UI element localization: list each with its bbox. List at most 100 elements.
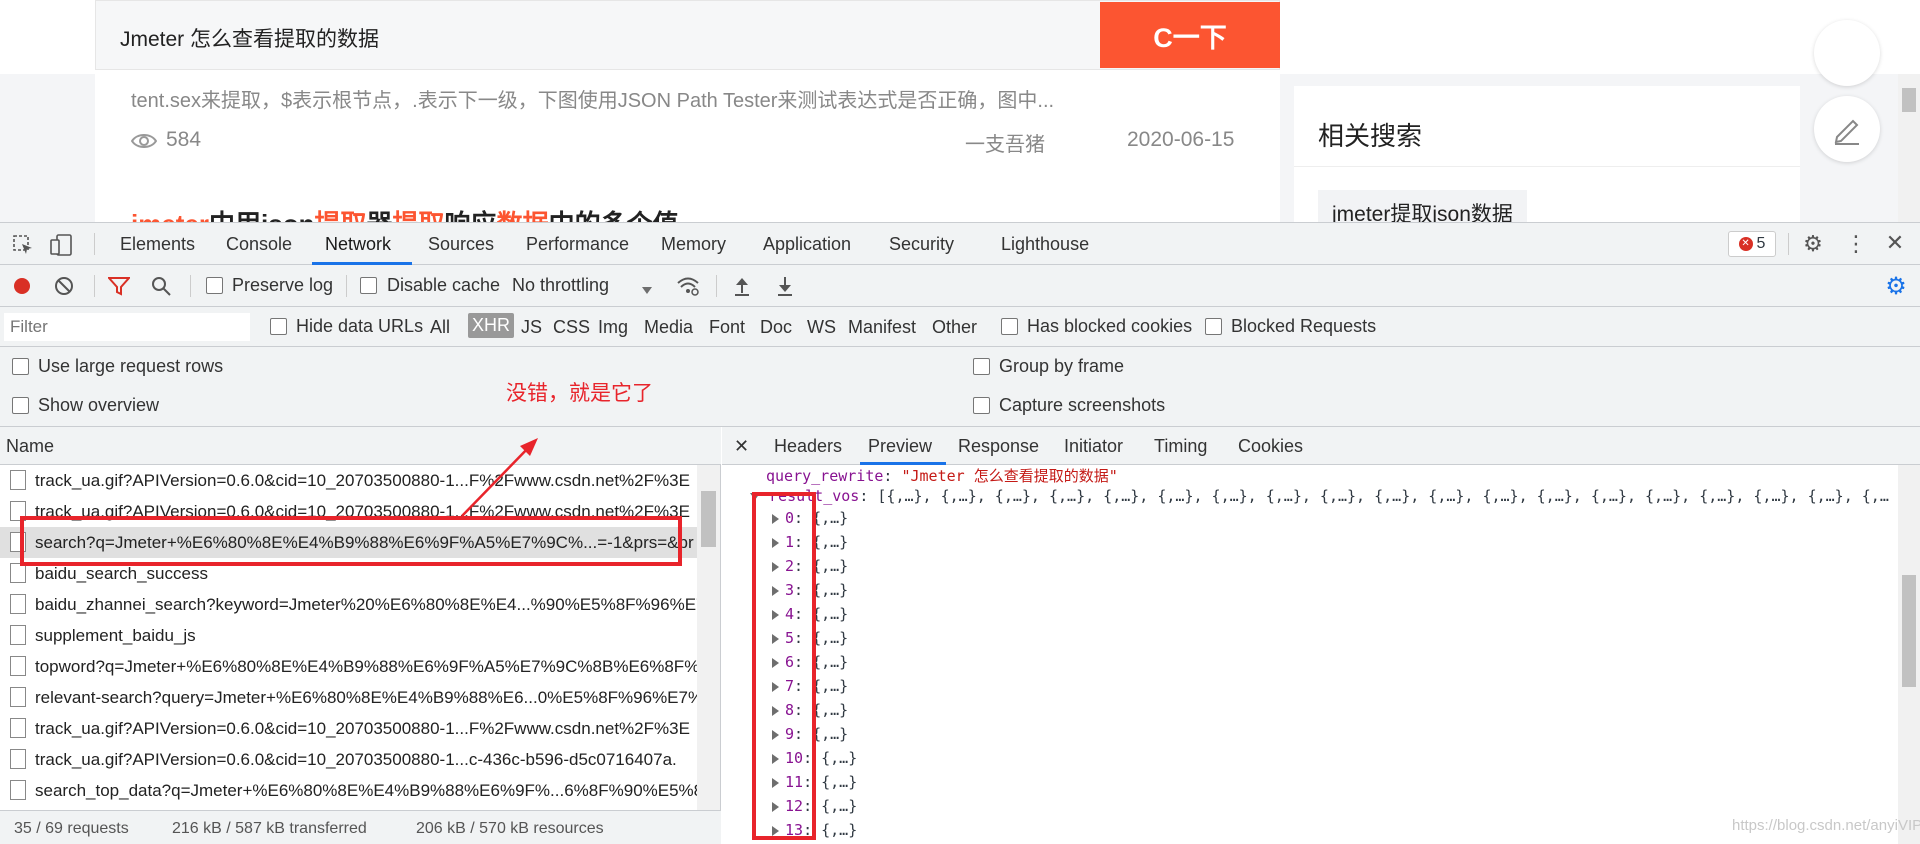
annotation-highlight-box <box>752 492 816 840</box>
title-part: 提取 <box>315 209 367 222</box>
file-icon <box>10 470 26 490</box>
type-filter-ws[interactable]: WS <box>807 317 836 338</box>
show-overview-checkbox[interactable] <box>12 397 29 414</box>
name-column-header[interactable]: Name <box>0 427 721 465</box>
device-toolbar-icon[interactable] <box>50 234 74 256</box>
request-row[interactable]: supplement_baidu_js <box>0 620 697 651</box>
type-filter-font[interactable]: Font <box>709 317 745 338</box>
filter-bar: Hide data URLs All XHR JS CSS Img Media … <box>0 307 1920 347</box>
tab-sources[interactable]: Sources <box>428 234 494 255</box>
type-filter-img[interactable]: Img <box>598 317 628 338</box>
disable-cache-checkbox[interactable] <box>360 277 377 294</box>
preserve-log-checkbox[interactable] <box>206 277 223 294</box>
tab-lighthouse[interactable]: Lighthouse <box>1001 234 1089 255</box>
json-preview: query_rewrite: "Jmeter 怎么查看提取的数据" result… <box>722 465 1898 844</box>
json-property[interactable]: query_rewrite: "Jmeter 怎么查看提取的数据" <box>766 465 1118 486</box>
request-row[interactable]: topword?q=Jmeter+%E6%80%8E%E4%B9%88%E6%9… <box>0 651 697 682</box>
tab-memory[interactable]: Memory <box>661 234 726 255</box>
tab-timing[interactable]: Timing <box>1154 436 1207 457</box>
title-part: 提取 <box>393 209 445 222</box>
tab-console[interactable]: Console <box>226 234 292 255</box>
search-icon[interactable] <box>151 276 173 296</box>
type-filter-doc[interactable]: Doc <box>760 317 792 338</box>
search-input[interactable]: Jmeter 怎么查看提取的数据 <box>120 23 379 53</box>
request-row[interactable]: track_ua.gif?APIVersion=0.6.0&cid=10_207… <box>0 744 697 775</box>
type-filter-other[interactable]: Other <box>932 317 977 338</box>
request-name: search_top_data?q=Jmeter+%E6%80%8E%E4%B9… <box>35 781 697 800</box>
floating-button[interactable] <box>1814 20 1880 86</box>
tab-initiator[interactable]: Initiator <box>1064 436 1123 457</box>
type-filter-css[interactable]: CSS <box>553 317 590 338</box>
preview-scrollbar[interactable] <box>1898 465 1920 844</box>
json-key: query_rewrite <box>766 467 884 485</box>
divider <box>190 275 191 297</box>
tab-headers[interactable]: Headers <box>774 436 842 457</box>
result-date: 2020-06-15 <box>1127 128 1235 151</box>
request-row[interactable]: search_top_data?q=Jmeter+%E6%80%8E%E4%B9… <box>0 775 697 810</box>
tab-cookies[interactable]: Cookies <box>1238 436 1303 457</box>
group-by-frame-label: Group by frame <box>999 356 1125 376</box>
tab-preview[interactable]: Preview <box>868 436 932 457</box>
request-row[interactable]: track_ua.gif?APIVersion=0.6.0&cid=10_207… <box>0 465 697 496</box>
type-filter-js[interactable]: JS <box>521 317 542 338</box>
result-author[interactable]: 一支吾猪 <box>965 128 1045 157</box>
scrollbar-thumb[interactable] <box>701 491 716 547</box>
network-conditions-icon[interactable] <box>676 275 700 297</box>
request-count: 35 / 69 requests <box>14 820 129 837</box>
tab-response[interactable]: Response <box>958 436 1039 457</box>
scrollbar-thumb[interactable] <box>1902 88 1916 112</box>
chevron-down-icon[interactable] <box>642 279 652 300</box>
tab-security[interactable]: Security <box>889 234 954 255</box>
network-settings-icon[interactable]: ⚙ <box>1884 273 1908 300</box>
filter-icon[interactable] <box>108 276 130 296</box>
request-row[interactable]: relevant-search?query=Jmeter+%E6%80%8E%E… <box>0 682 697 713</box>
json-property-expanded[interactable]: result_vos: [{,…}, {,…}, {,…}, {,…}, {,…… <box>750 487 1889 505</box>
tab-performance[interactable]: Performance <box>526 234 629 255</box>
inspect-element-icon[interactable] <box>12 234 34 256</box>
error-count-badge[interactable]: ✕ 5 <box>1728 231 1776 257</box>
throttling-select[interactable]: No throttling <box>512 275 609 296</box>
next-result-title[interactable]: jmeter中用json提取器提取响应数据中的多个值 <box>131 204 679 222</box>
tab-network[interactable]: Network <box>325 234 391 255</box>
json-value: {,…} <box>812 677 849 695</box>
close-icon[interactable]: ✕ <box>1884 230 1906 255</box>
title-part: jmeter <box>131 209 209 222</box>
close-detail-icon[interactable]: ✕ <box>734 436 749 457</box>
related-search-chip[interactable]: jmeter提取json数据 <box>1318 190 1527 222</box>
capture-screenshots-checkbox[interactable] <box>973 397 990 414</box>
gear-icon[interactable]: ⚙ <box>1802 231 1824 256</box>
hide-data-urls-checkbox[interactable] <box>270 318 287 335</box>
type-filter-all[interactable]: All <box>430 317 450 338</box>
request-list-scrollbar[interactable] <box>697 465 720 810</box>
error-count: 5 <box>1756 235 1766 252</box>
search-button[interactable]: C一下 <box>1100 2 1280 68</box>
type-filter-manifest[interactable]: Manifest <box>848 317 916 338</box>
filter-input[interactable] <box>4 313 250 341</box>
record-icon[interactable] <box>12 276 32 296</box>
more-options-icon[interactable]: ⋮ <box>1845 231 1867 256</box>
import-har-icon[interactable] <box>732 275 752 297</box>
page-scrollbar[interactable] <box>1898 74 1920 222</box>
type-filter-media[interactable]: Media <box>644 317 693 338</box>
large-rows-checkbox[interactable] <box>12 358 29 375</box>
blocked-requests-checkbox[interactable] <box>1205 318 1222 335</box>
export-har-icon[interactable] <box>775 275 795 297</box>
request-row[interactable]: baidu_zhannei_search?keyword=Jmeter%20%E… <box>0 589 697 620</box>
annotation-text: 没错，就是它了 <box>506 382 653 405</box>
clear-icon[interactable] <box>54 276 74 296</box>
tab-elements[interactable]: Elements <box>120 234 195 255</box>
tab-application[interactable]: Application <box>763 234 851 255</box>
type-filter-xhr[interactable]: XHR <box>468 313 515 338</box>
title-part: 响应 <box>445 209 497 222</box>
group-by-frame-checkbox[interactable] <box>973 358 990 375</box>
has-blocked-cookies-checkbox[interactable] <box>1001 318 1018 335</box>
related-search-title: 相关搜索 <box>1318 121 1423 151</box>
network-settings-panel: Use large request rows Show overview Gro… <box>0 347 1920 427</box>
large-rows-label: Use large request rows <box>38 356 224 376</box>
request-row[interactable]: track_ua.gif?APIVersion=0.6.0&cid=10_207… <box>0 713 697 744</box>
view-count: 584 <box>166 128 202 151</box>
json-value: {,…} <box>812 509 849 527</box>
resources-size: 206 kB / 570 kB resources <box>416 820 604 837</box>
edit-button[interactable] <box>1814 96 1880 162</box>
scrollbar-thumb[interactable] <box>1902 575 1916 687</box>
